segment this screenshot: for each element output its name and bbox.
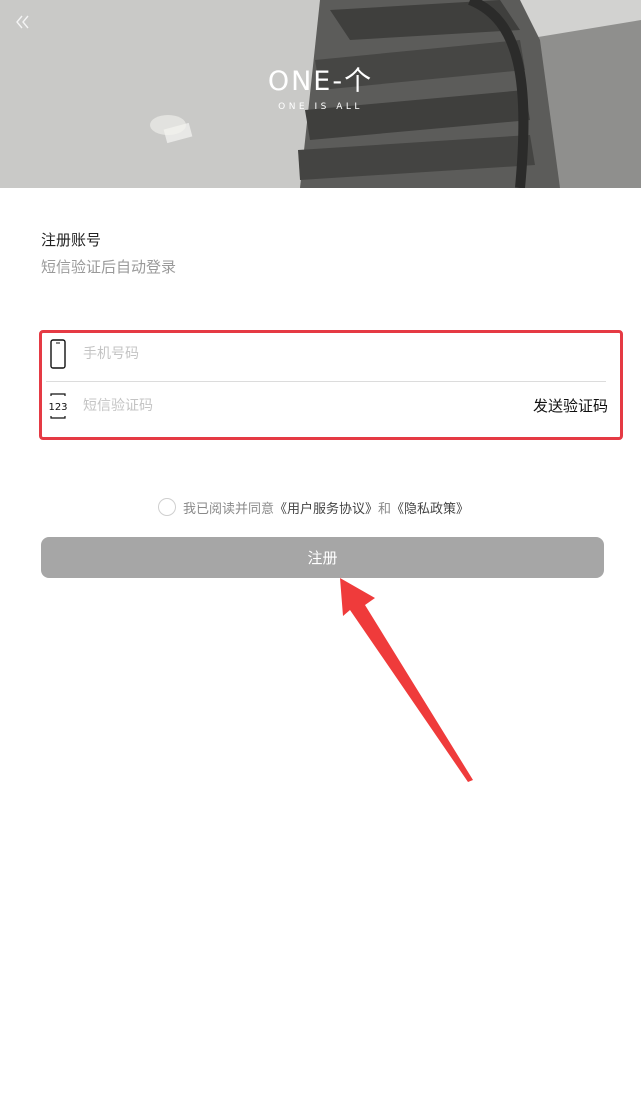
privacy-policy-link[interactable]: 《隐私政策》 [391, 498, 469, 517]
register-button[interactable]: 注册 [41, 537, 604, 578]
page-title: 注册账号 [41, 231, 102, 249]
header-banner: ONE-个 ONE IS ALL [0, 0, 641, 188]
field-divider [46, 381, 606, 382]
app-logo: ONE-个 ONE IS ALL [0, 66, 641, 114]
back-button[interactable] [10, 10, 34, 34]
logo-main-text: ONE-个 [267, 66, 374, 97]
agree-checkbox[interactable] [158, 498, 176, 516]
phone-icon [50, 339, 66, 369]
sms-code-icon: 123 [48, 393, 68, 419]
code-icon-text: 123 [48, 402, 67, 413]
logo-tagline: ONE IS ALL [278, 102, 363, 112]
code-row: 123 发送验证码 [42, 385, 620, 437]
user-agreement-link[interactable]: 《用户服务协议》 [274, 498, 378, 517]
agree-and-text: 和 [378, 501, 392, 517]
sms-code-input[interactable] [83, 395, 463, 417]
page-subtitle: 短信验证后自动登录 [41, 258, 177, 276]
phone-input[interactable] [83, 343, 463, 365]
agree-prefix: 我已阅读并同意 [183, 501, 275, 517]
phone-row [42, 333, 620, 385]
send-code-button[interactable]: 发送验证码 [533, 395, 608, 416]
double-chevron-left-icon [16, 15, 29, 29]
highlighted-form-box: 123 发送验证码 [39, 330, 623, 440]
agreement-row: 我已阅读并同意 《用户服务协议》 和 《隐私政策》 [158, 497, 469, 517]
